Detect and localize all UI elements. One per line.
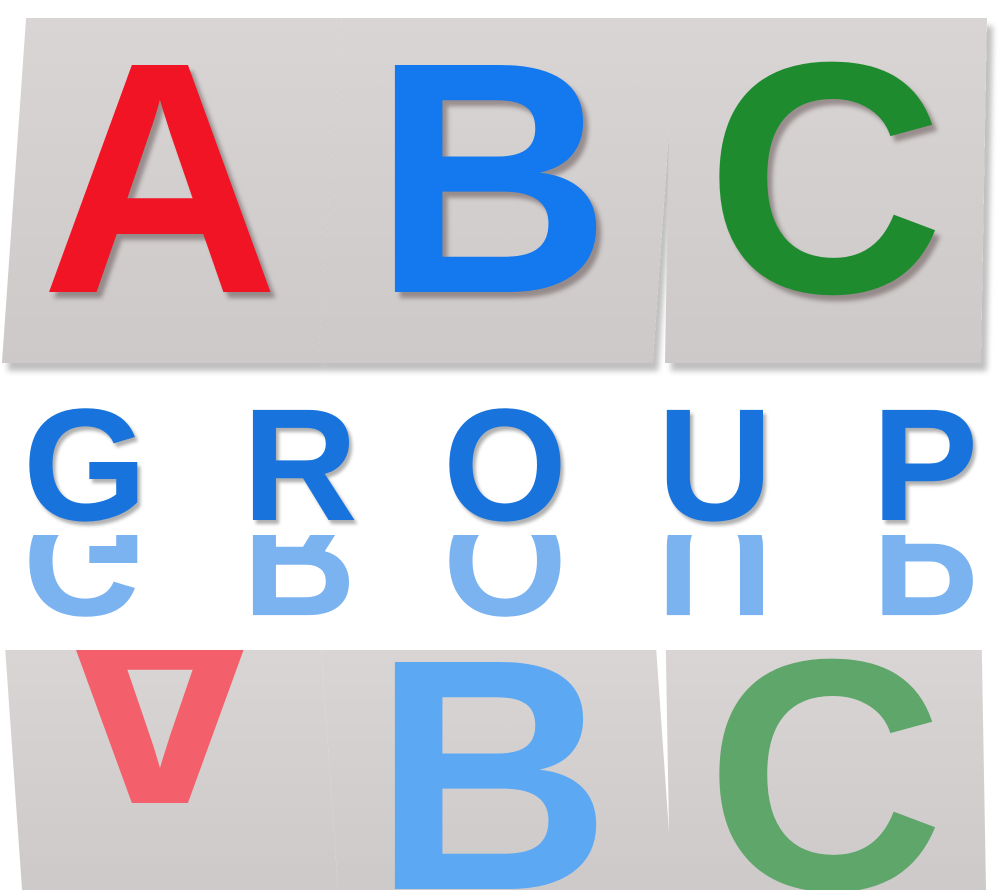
letter-tiles: A B C bbox=[0, 0, 1000, 385]
letter-tiles-reflection: A B C bbox=[0, 650, 1000, 890]
abc-group-logo: A B C G R O U P G R O U P A B C bbox=[0, 0, 1000, 890]
group-letter-p: P bbox=[871, 375, 979, 554]
reflection-letter-b: B bbox=[372, 650, 612, 890]
reflection-letter-c: C bbox=[705, 650, 945, 890]
reflection-letter-a: A bbox=[40, 650, 280, 875]
reflection-letter-u: U bbox=[657, 535, 773, 645]
reflection-letter-r: R bbox=[242, 535, 358, 645]
group-letter-r: R bbox=[242, 375, 358, 554]
group-letter-u: U bbox=[657, 375, 773, 554]
group-letter-o: O bbox=[442, 375, 568, 554]
group-word-reflection: G R O U P bbox=[0, 535, 1000, 645]
reflection-letter-p: P bbox=[871, 535, 979, 645]
tile-letter-b: B bbox=[372, 0, 612, 362]
group-word: G R O U P bbox=[0, 375, 1000, 554]
tile-letter-c: C bbox=[705, 0, 945, 362]
tile-letter-a: A bbox=[40, 0, 280, 362]
group-letter-g: G bbox=[22, 375, 148, 554]
reflection-letter-g: G bbox=[22, 535, 148, 645]
reflection-letter-o: O bbox=[442, 535, 568, 645]
